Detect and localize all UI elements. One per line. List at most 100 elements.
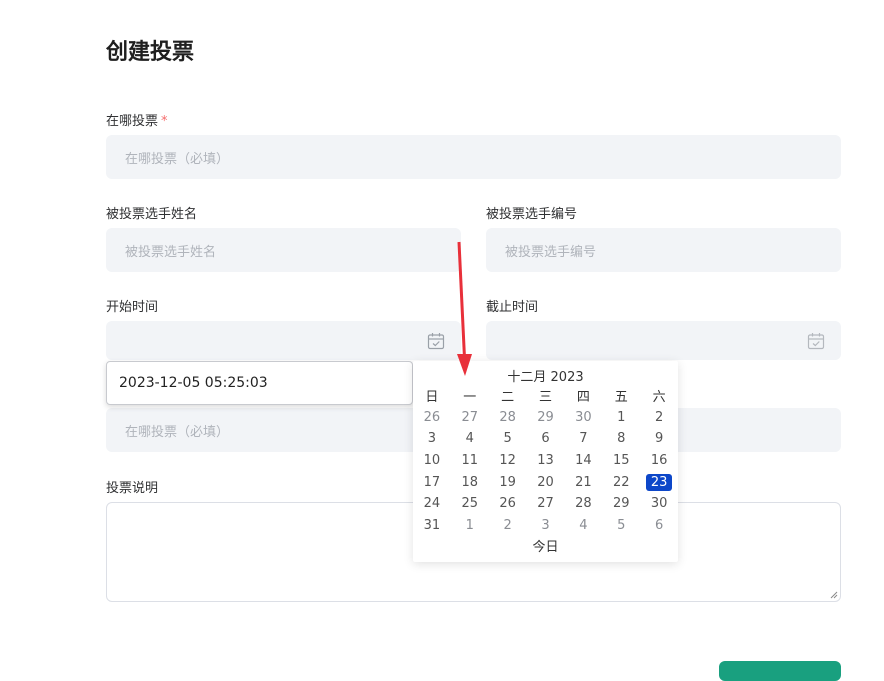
weekday-header: 六 [652, 390, 666, 406]
calendar-icon[interactable] [427, 332, 445, 350]
calendar-day-label: 25 [461, 496, 479, 512]
end-time-label: 截止时间 [486, 300, 539, 315]
calendar-day-label: 5 [617, 517, 626, 533]
calendar-day[interactable]: 5 [489, 428, 527, 450]
calendar-day[interactable]: 4 [451, 428, 489, 450]
description-label: 投票说明 [106, 481, 159, 496]
calendar-day[interactable]: 19 [489, 471, 527, 493]
candidate-name-placeholder: 被投票选手姓名 [125, 244, 217, 260]
where-label-text: 在哪投票 [106, 114, 159, 129]
where-placeholder: 在哪投票（必填） [125, 151, 230, 167]
weekday-header: 四 [576, 390, 590, 406]
today-button[interactable]: 今日 [413, 536, 678, 555]
calendar-week-row: 10 11 12 13 14 15 16 [413, 450, 678, 472]
calendar-day[interactable]: 16 [640, 450, 678, 472]
calendar-day[interactable]: 1 [451, 515, 489, 537]
calendar-day[interactable]: 20 [527, 471, 565, 493]
calendar-day[interactable]: 15 [602, 450, 640, 472]
calendar-day-label: 26 [499, 496, 516, 512]
calendar-day[interactable]: 24 [413, 493, 451, 515]
resize-grip-icon[interactable] [830, 591, 838, 599]
calendar-day-label: 1 [465, 517, 474, 533]
calendar-weekday-row: 日一二三四五六 [413, 385, 678, 407]
calendar-week-row: 3 4 5 6 7 8 9 [413, 428, 678, 450]
calendar-day-label: 18 [461, 474, 479, 490]
calendar-day-label: 6 [654, 517, 664, 533]
calendar-day[interactable]: 27 [451, 407, 489, 429]
calendar-day[interactable]: 28 [564, 493, 602, 515]
calendar-day[interactable]: 30 [640, 493, 678, 515]
calendar-day[interactable]: 18 [451, 471, 489, 493]
calendar-day[interactable]: 2 [640, 407, 678, 429]
calendar-day-label: 31 [423, 517, 441, 533]
calendar-day[interactable]: 1 [602, 407, 640, 429]
calendar-day[interactable]: 22 [602, 471, 640, 493]
calendar-day-label: 4 [579, 517, 588, 533]
calendar-day[interactable]: 14 [564, 450, 602, 472]
calendar-day[interactable]: 2 [489, 515, 527, 537]
where-label: 在哪投票 * [106, 110, 168, 129]
calendar-day-label: 1 [617, 409, 626, 425]
calendar-day[interactable]: 26 [413, 407, 451, 429]
calendar-day-label: 8 [617, 431, 626, 447]
calendar-day-label: 12 [499, 453, 516, 469]
end-time-input[interactable] [486, 321, 841, 360]
start-time-label: 开始时间 [106, 300, 159, 315]
calendar-day-label: 30 [650, 496, 668, 512]
calendar-day[interactable]: 11 [451, 450, 489, 472]
calendar-day-label: 7 [579, 431, 588, 447]
calendar-week-row: 24 25 26 27 28 29 30 [413, 493, 678, 515]
calendar-day-label: 21 [575, 474, 592, 490]
calendar-day-label: 23 [645, 473, 673, 491]
calendar-day[interactable]: 17 [413, 471, 451, 493]
submit-button[interactable] [719, 661, 841, 681]
weekday-header: 日 [425, 390, 439, 406]
calendar-day[interactable]: 3 [527, 515, 565, 537]
weekday-header: 三 [539, 390, 553, 406]
calendar-day[interactable]: 26 [489, 493, 527, 515]
calendar-day[interactable]: 9 [640, 428, 678, 450]
where-input[interactable]: 在哪投票（必填） [106, 135, 841, 179]
calendar-day[interactable]: 30 [564, 407, 602, 429]
calendar-day[interactable]: 7 [564, 428, 602, 450]
datetime-input[interactable]: 2023-12-05 05:25:03 [106, 361, 413, 405]
weekday-header: 二 [501, 390, 515, 406]
calendar-day[interactable]: 6 [640, 515, 678, 537]
calendar-day-label: 9 [654, 431, 664, 447]
calendar-popup: 十二月 2023 日一二三四五六 26 27 28 29 30 1 2 3 4 5 6 7 8 9 10 11 1… [413, 361, 678, 562]
calendar-day[interactable]: 21 [564, 471, 602, 493]
calendar-day[interactable]: 25 [451, 493, 489, 515]
calendar-day[interactable]: 29 [527, 407, 565, 429]
calendar-day-label: 2 [654, 409, 664, 425]
calendar-day[interactable]: 10 [413, 450, 451, 472]
calendar-day[interactable]: 4 [564, 515, 602, 537]
red-arrow-annotation [457, 241, 472, 376]
calendar-day-label: 22 [612, 474, 630, 490]
page-title: 创建投票 [106, 40, 195, 65]
calendar-day-label: 24 [423, 496, 441, 512]
calendar-icon[interactable] [807, 332, 825, 350]
calendar-day[interactable]: 5 [602, 515, 640, 537]
weekday-header: 一 [463, 390, 477, 406]
calendar-day-label: 14 [575, 453, 592, 469]
calendar-day[interactable]: 28 [489, 407, 527, 429]
calendar-day-label: 27 [461, 409, 479, 425]
calendar-day-label: 5 [503, 431, 512, 447]
calendar-day-label: 29 [612, 496, 630, 512]
calendar-day[interactable]: 8 [602, 428, 640, 450]
calendar-day[interactable]: 23 [640, 471, 678, 493]
calendar-day[interactable]: 6 [527, 428, 565, 450]
start-time-input[interactable] [106, 321, 461, 360]
calendar-day[interactable]: 13 [527, 450, 565, 472]
calendar-day[interactable]: 29 [602, 493, 640, 515]
calendar-day[interactable]: 12 [489, 450, 527, 472]
calendar-week-row: 31 1 2 3 4 5 6 [413, 515, 678, 537]
calendar-day[interactable]: 31 [413, 515, 451, 537]
candidate-number-input[interactable]: 被投票选手编号 [486, 228, 841, 272]
calendar-day[interactable]: 3 [413, 428, 451, 450]
calendar-grid: 日一二三四五六 26 27 28 29 30 1 2 3 4 5 6 7 8 9 10 11 12 13 14 15 16… [413, 385, 678, 536]
candidate-name-input[interactable]: 被投票选手姓名 [106, 228, 461, 272]
calendar-day-label: 27 [537, 496, 554, 512]
calendar-day[interactable]: 27 [527, 493, 565, 515]
calendar-day-label: 28 [499, 409, 516, 425]
